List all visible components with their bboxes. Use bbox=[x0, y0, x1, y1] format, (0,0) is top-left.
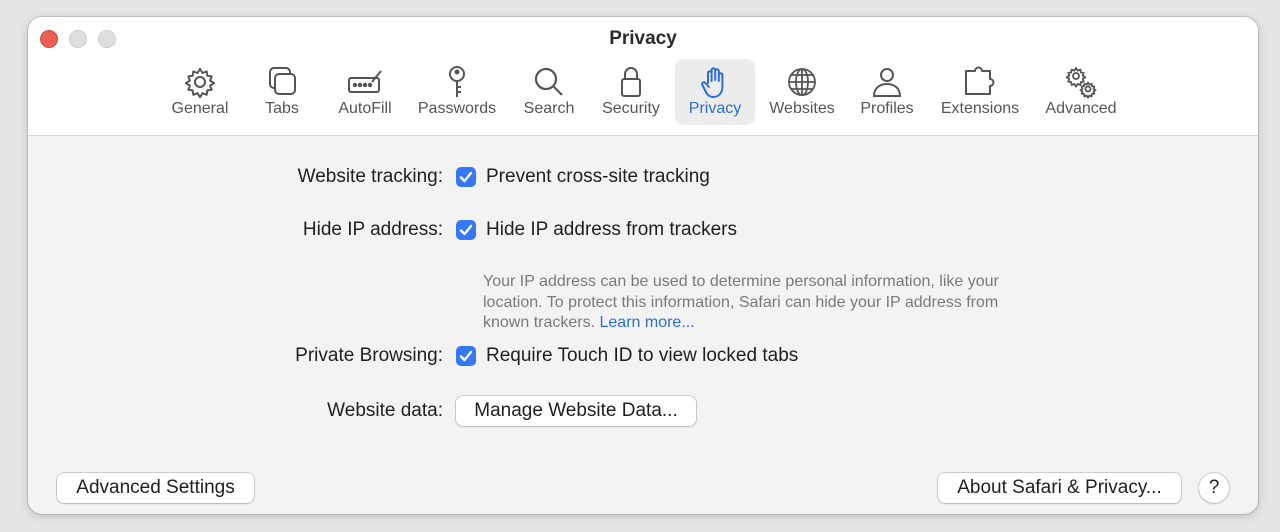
tab-label: Passwords bbox=[417, 100, 497, 117]
title-bar: Privacy General Tabs AutoFill Passwords … bbox=[28, 17, 1258, 136]
autofill-icon bbox=[347, 65, 383, 99]
tab-passwords[interactable]: Passwords bbox=[412, 59, 502, 125]
settings-window: Privacy General Tabs AutoFill Passwords … bbox=[28, 17, 1258, 514]
privacy-pane: Website tracking: Prevent cross-site tra… bbox=[28, 136, 1258, 514]
tab-label: General bbox=[171, 100, 229, 117]
tab-privacy[interactable]: Privacy bbox=[675, 59, 755, 125]
tab-advanced[interactable]: Advanced bbox=[1036, 59, 1126, 125]
tab-label: Tabs bbox=[265, 100, 299, 117]
gears-icon bbox=[1063, 65, 1099, 99]
person-icon bbox=[869, 65, 905, 99]
touch-id-text[interactable]: Require Touch ID to view locked tabs bbox=[486, 345, 798, 367]
description-text: Your IP address can be used to determine… bbox=[483, 273, 999, 331]
tab-label: Websites bbox=[769, 100, 835, 117]
magnifier-icon bbox=[531, 65, 567, 99]
tab-label: Security bbox=[602, 100, 660, 117]
key-icon bbox=[439, 65, 475, 99]
tab-websites[interactable]: Websites bbox=[762, 59, 842, 125]
hand-icon bbox=[697, 65, 733, 99]
puzzle-icon bbox=[962, 65, 998, 99]
tab-tabs[interactable]: Tabs bbox=[252, 59, 312, 125]
about-safari-privacy-button[interactable]: About Safari & Privacy... bbox=[938, 473, 1181, 503]
tab-general[interactable]: General bbox=[163, 59, 237, 125]
hide-ip-checkbox[interactable] bbox=[456, 220, 476, 240]
window-title: Privacy bbox=[609, 28, 677, 49]
touch-id-checkbox[interactable] bbox=[456, 346, 476, 366]
learn-more-link[interactable]: Learn more... bbox=[600, 314, 695, 331]
tab-label: Profiles bbox=[860, 100, 914, 117]
tab-search[interactable]: Search bbox=[516, 59, 582, 125]
tabs-icon bbox=[264, 65, 300, 99]
manage-website-data-button[interactable]: Manage Website Data... bbox=[456, 396, 696, 426]
advanced-settings-button[interactable]: Advanced Settings bbox=[57, 473, 254, 503]
tab-autofill[interactable]: AutoFill bbox=[328, 59, 402, 125]
prevent-tracking-text[interactable]: Prevent cross-site tracking bbox=[486, 166, 710, 188]
gear-icon bbox=[182, 65, 218, 99]
website-data-label: Website data: bbox=[327, 400, 443, 421]
tab-label: AutoFill bbox=[338, 100, 392, 117]
hide-ip-text[interactable]: Hide IP address from trackers bbox=[486, 219, 737, 241]
preferences-toolbar: General Tabs AutoFill Passwords Search S… bbox=[28, 59, 1258, 125]
globe-icon bbox=[784, 65, 820, 99]
tab-security[interactable]: Security bbox=[594, 59, 668, 125]
help-button[interactable]: ? bbox=[1199, 473, 1229, 503]
prevent-tracking-checkbox[interactable] bbox=[456, 167, 476, 187]
tab-label: Privacy bbox=[688, 100, 742, 117]
tab-label: Search bbox=[523, 100, 575, 117]
hide-ip-description: Your IP address can be used to determine… bbox=[483, 272, 1023, 334]
tab-extensions[interactable]: Extensions bbox=[932, 59, 1028, 125]
website-tracking-label: Website tracking: bbox=[297, 166, 443, 187]
tab-label: Extensions bbox=[940, 100, 1020, 117]
checkmark-icon bbox=[459, 350, 473, 362]
checkmark-icon bbox=[459, 224, 473, 236]
lock-icon bbox=[613, 65, 649, 99]
tab-profiles[interactable]: Profiles bbox=[852, 59, 922, 125]
tab-label: Advanced bbox=[1045, 100, 1117, 117]
hide-ip-label: Hide IP address: bbox=[302, 219, 443, 240]
private-browsing-label: Private Browsing: bbox=[295, 345, 443, 366]
checkmark-icon bbox=[459, 171, 473, 183]
